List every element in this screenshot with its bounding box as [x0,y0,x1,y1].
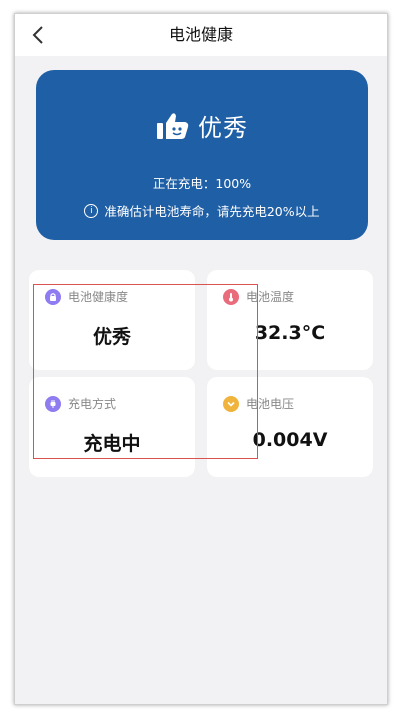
health-label-row: 电池健康度 [45,288,128,305]
voltage-label: 电池电压 [246,397,295,411]
charging-mode-label: 充电方式 [68,397,117,411]
temperature-label: 电池温度 [246,290,295,304]
voltage-value: 0.004V [252,429,328,451]
charging-status: 正在充电：100% [152,176,252,191]
voltage-label-row: 电池电压 [223,395,294,412]
health-rating: 优秀 [198,114,248,142]
temperature-label-row: 电池温度 [223,288,294,305]
lock-icon [45,288,61,305]
temperature-value: 32.3°C [254,322,326,344]
battery-status-card: 优秀 正在充电：100% i 准确估计电池寿命，请先充电20%以上 [36,70,368,240]
thumbs-up-icon [157,112,189,139]
chevron-down-icon [223,395,239,412]
health-value: 优秀 [92,326,131,348]
charging-mode-card: 充电方式 充电中 [29,377,195,477]
charging-mode-value: 充电中 [83,433,141,455]
charge-tip-text: 准确估计电池寿命，请先充电20%以上 [104,204,320,219]
phone-screen: 电池健康 优秀 正在充电：100% i 准确估计电池寿命，请先充电20%以上 电… [14,13,388,705]
voltage-card: 电池电压 0.004V [207,377,373,477]
health-card: 电池健康度 优秀 [29,270,195,370]
charge-tip: i 准确估计电池寿命，请先充电20%以上 [36,201,368,220]
page-title: 电池健康 [168,25,233,44]
top-bar: 电池健康 [15,14,387,56]
thermometer-icon [223,288,239,305]
info-icon: i [84,203,99,218]
rating-row: 优秀 [36,108,368,143]
health-label: 电池健康度 [68,290,129,304]
charging-mode-label-row: 充电方式 [45,395,116,412]
temperature-card: 电池温度 32.3°C [207,270,373,370]
plug-icon [45,395,61,412]
